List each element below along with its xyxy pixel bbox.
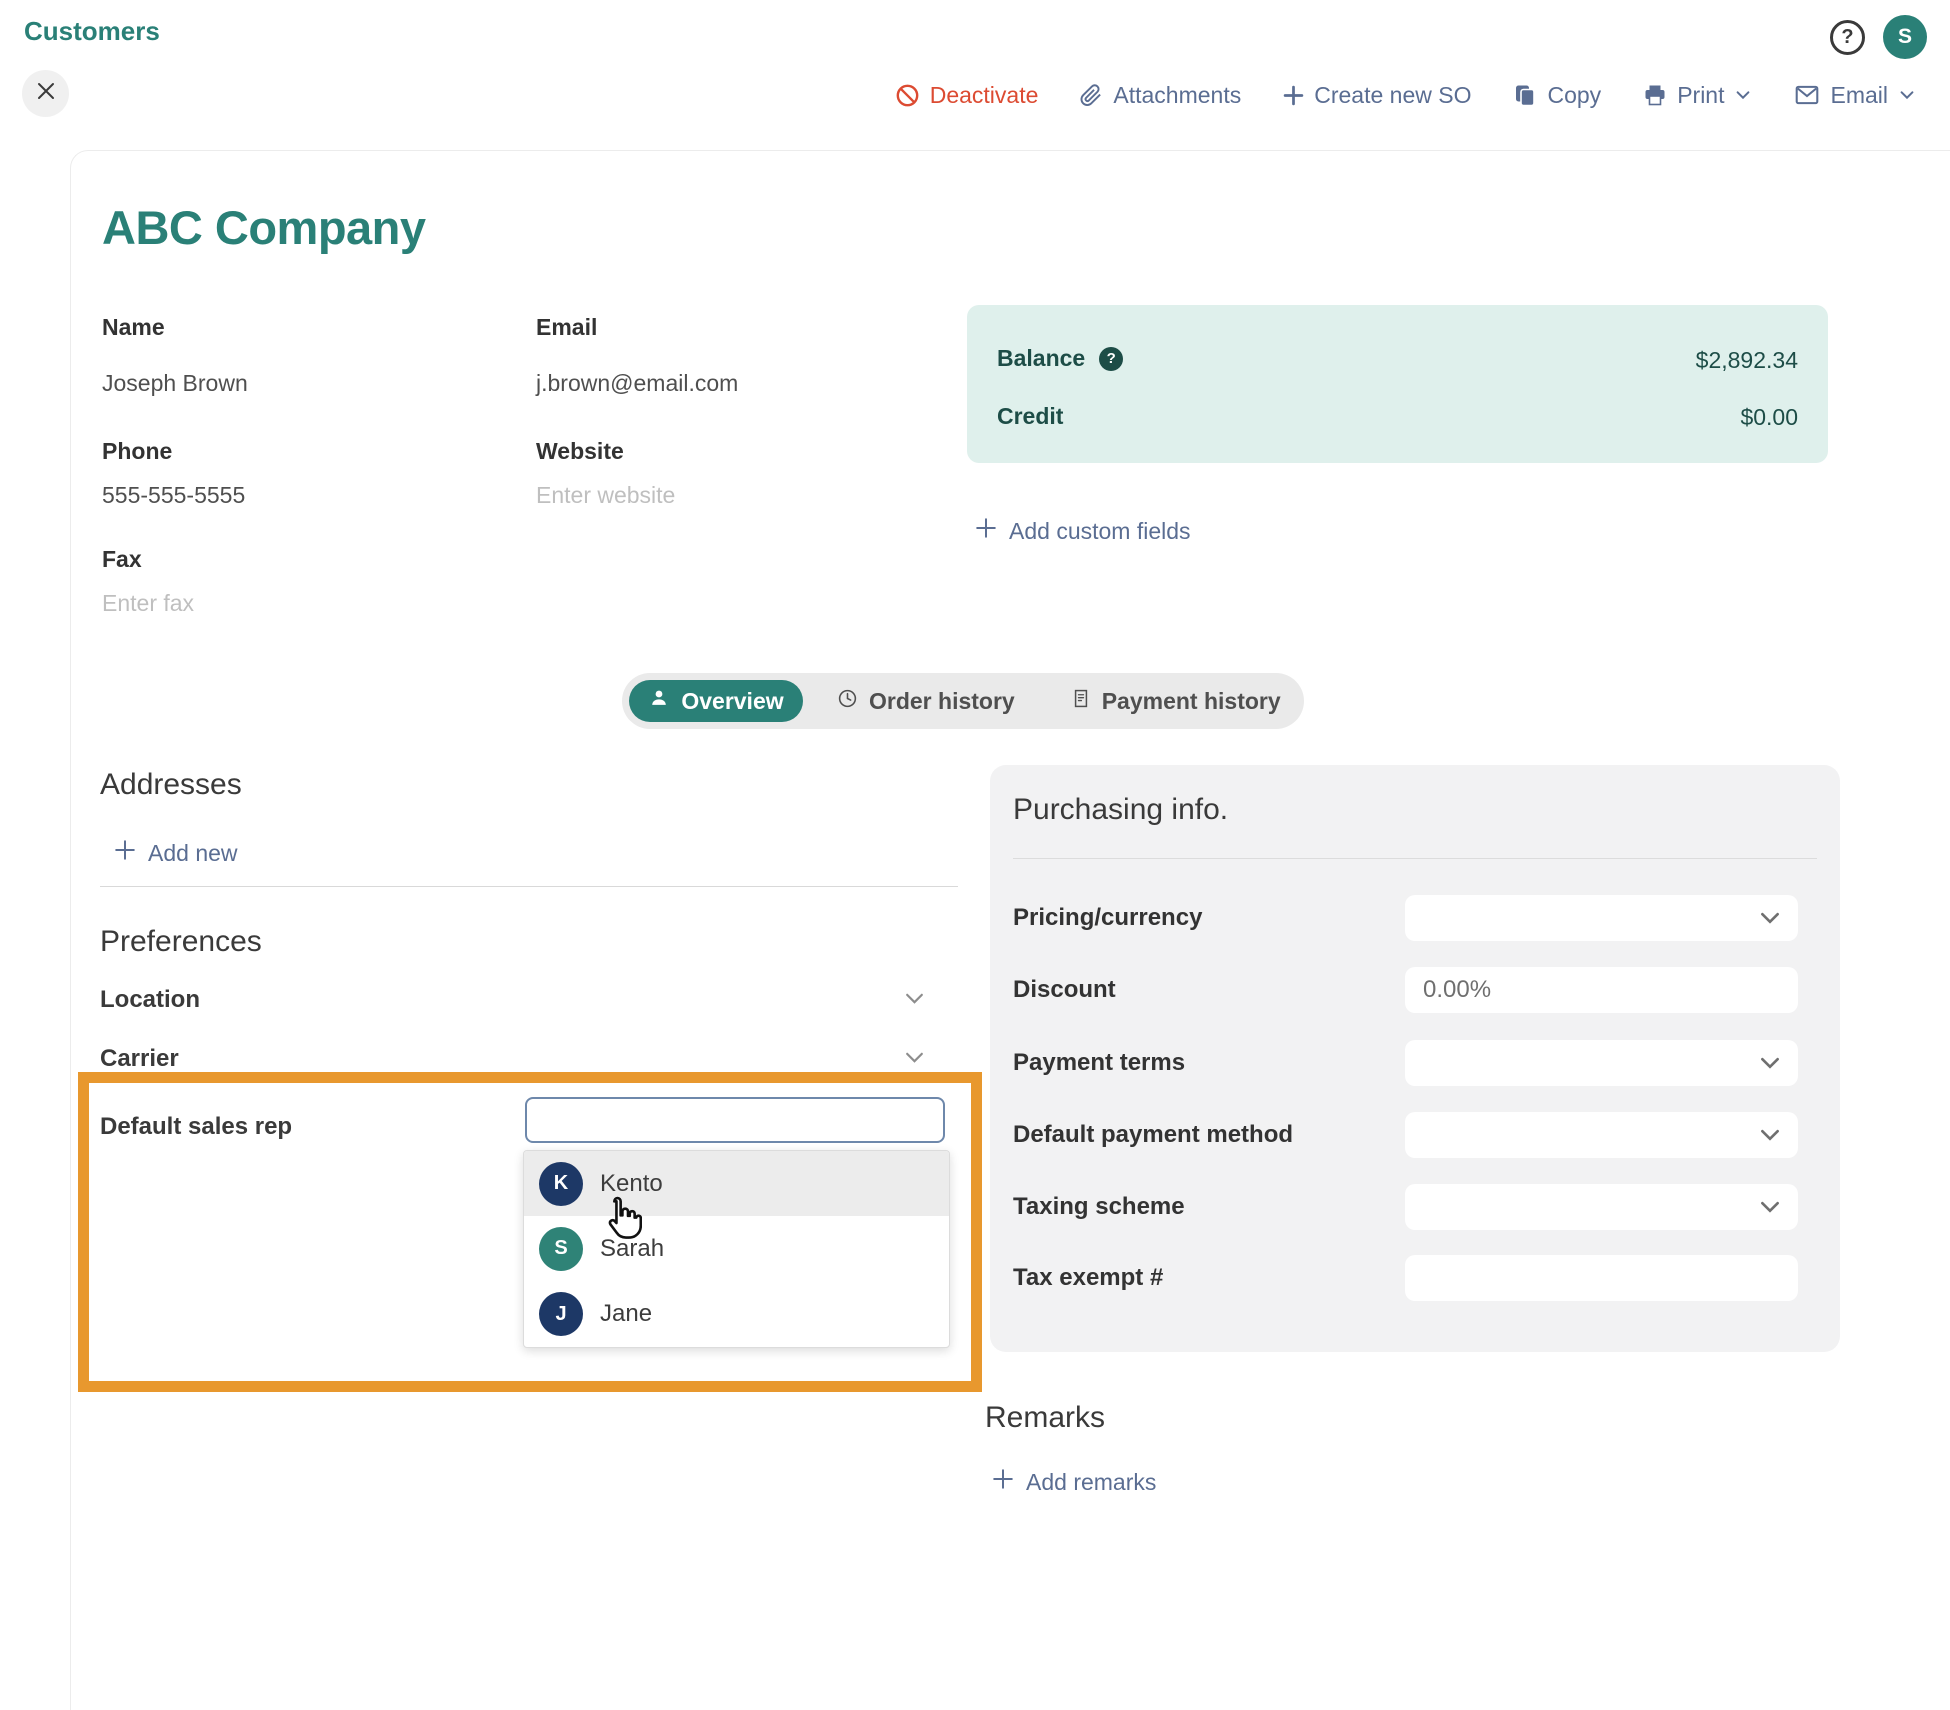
add-custom-fields-link[interactable]: Add custom fields: [975, 517, 1191, 545]
close-icon: [36, 81, 56, 106]
chevron-down-icon: [1758, 1051, 1782, 1082]
copy-button[interactable]: Copy: [1513, 82, 1601, 109]
balance-label: Balance ?: [997, 345, 1123, 372]
fax-label: Fax: [102, 546, 142, 573]
chevron-down-icon: [1758, 1123, 1782, 1154]
sales-rep-option-kento[interactable]: K Kento: [524, 1151, 949, 1216]
credit-label: Credit: [997, 403, 1063, 430]
carrier-row-label: Carrier: [100, 1045, 179, 1073]
copy-icon: [1513, 83, 1537, 107]
add-new-address-link[interactable]: Add new: [114, 839, 238, 867]
prohibit-icon: [895, 83, 920, 108]
plus-icon: [114, 839, 136, 867]
receipt-icon: [1071, 688, 1091, 715]
balance-value: $2,892.34: [1696, 347, 1798, 374]
location-row-label: Location: [100, 986, 200, 1014]
tax-exempt-input[interactable]: [1405, 1255, 1798, 1301]
pricing-currency-select[interactable]: [1405, 895, 1798, 941]
website-label: Website: [536, 438, 624, 465]
name-label: Name: [102, 314, 165, 341]
tax-exempt-label: Tax exempt #: [1013, 1264, 1163, 1292]
toolbar: Deactivate Attachments Create new SO Cop…: [895, 72, 1916, 118]
avatar: S: [539, 1227, 583, 1271]
tab-overview[interactable]: Overview: [629, 680, 803, 722]
panel-divider: [1013, 858, 1817, 859]
default-sales-rep-input[interactable]: [525, 1097, 945, 1143]
help-button[interactable]: ?: [1830, 20, 1865, 55]
deactivate-button[interactable]: Deactivate: [895, 82, 1039, 109]
clock-icon: [837, 688, 858, 715]
chevron-down-icon: [1734, 86, 1752, 104]
person-icon: [648, 687, 670, 715]
discount-label: Discount: [1013, 976, 1116, 1004]
page-title: Customers: [24, 16, 160, 47]
purchasing-info-panel: Purchasing info. Pricing/currency Discou…: [990, 765, 1840, 1352]
default-payment-method-select[interactable]: [1405, 1112, 1798, 1158]
print-button[interactable]: Print: [1643, 82, 1752, 109]
envelope-icon: [1794, 82, 1820, 108]
email-label: Email: [536, 314, 597, 341]
taxing-scheme-select[interactable]: [1405, 1184, 1798, 1230]
default-sales-rep-label: Default sales rep: [100, 1113, 292, 1141]
avatar-initial: S: [1898, 25, 1912, 49]
tab-order-history[interactable]: Order history: [837, 688, 1015, 715]
balance-card: Balance ? $2,892.34 Credit $0.00: [967, 305, 1828, 463]
customer-detail-page: Customers ? S Deactivate Attachments Cr: [0, 0, 1950, 1710]
discount-input[interactable]: 0.00%: [1405, 967, 1798, 1013]
chevron-down-icon: [1758, 906, 1782, 937]
plus-icon: [992, 1468, 1014, 1496]
default-payment-method-label: Default payment method: [1013, 1121, 1293, 1149]
avatar: K: [539, 1162, 583, 1206]
credit-value: $0.00: [1740, 404, 1798, 431]
printer-icon: [1643, 83, 1667, 107]
section-divider: [100, 886, 958, 887]
detail-tabbar: Overview Order history Payment history: [622, 673, 1304, 729]
purchasing-info-heading: Purchasing info.: [1013, 793, 1228, 827]
pricing-currency-label: Pricing/currency: [1013, 904, 1202, 932]
company-name-title: ABC Company: [102, 200, 426, 255]
sales-rep-option-sarah[interactable]: S Sarah: [524, 1216, 949, 1281]
fax-field-placeholder[interactable]: Enter fax: [102, 590, 194, 617]
remarks-heading: Remarks: [985, 1401, 1105, 1435]
attachments-button[interactable]: Attachments: [1080, 82, 1241, 109]
phone-value[interactable]: 555-555-5555: [102, 482, 245, 509]
balance-help-icon[interactable]: ?: [1099, 347, 1123, 371]
chevron-down-icon: [1758, 1195, 1782, 1226]
carrier-expand-chevron-icon[interactable]: [903, 1046, 926, 1074]
user-avatar[interactable]: S: [1883, 15, 1927, 59]
email-value[interactable]: j.brown@email.com: [536, 370, 738, 397]
sales-rep-option-jane[interactable]: J Jane: [524, 1282, 949, 1347]
chevron-down-icon: [1898, 86, 1916, 104]
phone-label: Phone: [102, 438, 172, 465]
preferences-heading: Preferences: [100, 925, 262, 959]
payment-terms-label: Payment terms: [1013, 1049, 1185, 1077]
add-remarks-link[interactable]: Add remarks: [992, 1468, 1156, 1496]
plus-icon: [1283, 85, 1304, 106]
email-button[interactable]: Email: [1794, 82, 1916, 109]
plus-icon: [975, 517, 997, 545]
location-expand-chevron-icon[interactable]: [903, 987, 926, 1015]
taxing-scheme-label: Taxing scheme: [1013, 1193, 1185, 1221]
question-mark-icon: ?: [1841, 26, 1853, 49]
avatar: J: [539, 1292, 583, 1336]
name-value[interactable]: Joseph Brown: [102, 370, 248, 397]
addresses-heading: Addresses: [100, 768, 242, 802]
create-new-so-button[interactable]: Create new SO: [1283, 82, 1471, 109]
tab-payment-history[interactable]: Payment history: [1071, 688, 1281, 715]
close-button[interactable]: [22, 70, 69, 117]
payment-terms-select[interactable]: [1405, 1040, 1798, 1086]
website-field-placeholder[interactable]: Enter website: [536, 482, 675, 509]
paperclip-icon: [1080, 84, 1103, 107]
sales-rep-dropdown: K Kento S Sarah J Jane: [523, 1150, 950, 1348]
